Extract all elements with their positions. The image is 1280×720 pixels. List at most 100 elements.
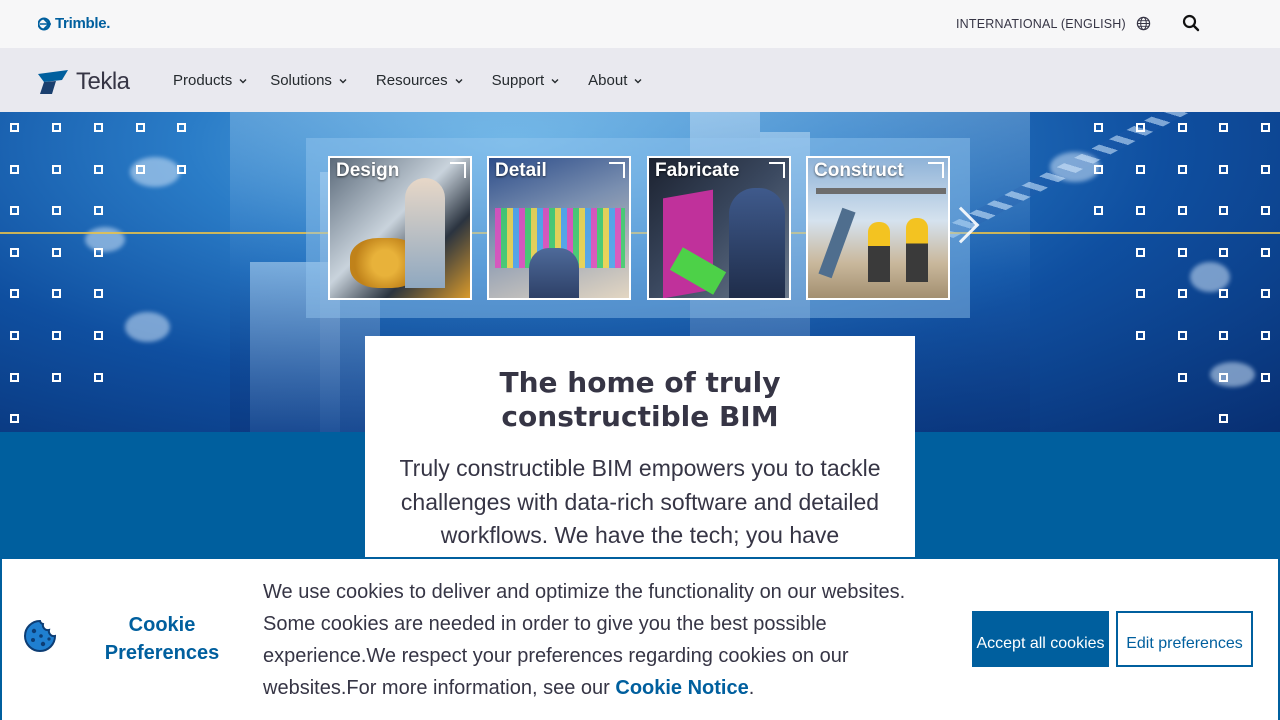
decorative-square bbox=[1178, 123, 1187, 132]
decorative-square bbox=[1136, 331, 1145, 340]
decorative-square bbox=[10, 331, 19, 340]
workflow-carousel: Design Detail Fabricate Construct bbox=[306, 138, 970, 318]
decorative-square bbox=[1261, 289, 1270, 299]
utility-bar: Trimble. INTERNATIONAL (ENGLISH) bbox=[0, 0, 1280, 48]
decorative-square bbox=[1178, 331, 1187, 340]
decorative-square bbox=[1094, 123, 1103, 132]
decorative-square bbox=[94, 372, 103, 382]
tile-corner bbox=[928, 162, 944, 178]
intro-card: The home of truly constructible BIM Trul… bbox=[365, 336, 915, 576]
fabricate-welder bbox=[729, 188, 785, 298]
search-icon bbox=[1182, 14, 1200, 32]
tile-construct[interactable]: Construct bbox=[806, 156, 950, 300]
cloud bbox=[125, 312, 170, 342]
nav-item-resources[interactable]: Resources bbox=[376, 72, 464, 89]
decorative-square bbox=[52, 123, 61, 132]
decorative-square bbox=[1178, 206, 1187, 216]
cloud bbox=[85, 227, 125, 252]
tile-label: Detail bbox=[495, 160, 547, 181]
decorative-square bbox=[10, 247, 19, 257]
tile-detail[interactable]: Detail bbox=[487, 156, 631, 300]
cookie-notice-link[interactable]: Cookie Notice bbox=[615, 677, 748, 699]
tile-fabricate[interactable]: Fabricate bbox=[647, 156, 791, 300]
cookie-message-text: We use cookies to deliver and optimize t… bbox=[263, 581, 906, 699]
decorative-square bbox=[52, 206, 61, 216]
cloud bbox=[1190, 262, 1230, 292]
tile-label: Construct bbox=[814, 160, 904, 181]
globe-icon bbox=[1136, 16, 1151, 31]
nav-item-solutions[interactable]: Solutions bbox=[270, 72, 348, 89]
decorative-square bbox=[1219, 247, 1228, 257]
decorative-square bbox=[94, 331, 103, 340]
trimble-logo[interactable]: Trimble. bbox=[38, 15, 110, 32]
decorative-square bbox=[10, 206, 19, 216]
decorative-square bbox=[1261, 372, 1270, 382]
construct-beam bbox=[816, 188, 946, 194]
decorative-square bbox=[52, 289, 61, 299]
decorative-square bbox=[1136, 289, 1145, 299]
trimble-wordmark: Trimble. bbox=[55, 15, 111, 32]
nav-item-label: Products bbox=[173, 72, 233, 89]
chevron-down-icon bbox=[339, 78, 347, 83]
accept-all-cookies-button[interactable]: Accept all cookies bbox=[972, 611, 1109, 667]
construct-lift bbox=[818, 207, 856, 279]
decorative-square bbox=[94, 289, 103, 299]
decorative-square bbox=[1219, 414, 1228, 424]
decorative-square bbox=[52, 331, 61, 340]
decorative-square bbox=[10, 372, 19, 382]
decorative-square bbox=[1178, 164, 1187, 174]
decorative-square bbox=[1261, 247, 1270, 257]
decorative-square bbox=[1219, 372, 1228, 382]
chevron-down-icon bbox=[634, 78, 642, 83]
page-title: The home of truly constructible BIM bbox=[499, 366, 781, 433]
tile-label: Design bbox=[336, 160, 400, 181]
chevron-down-icon bbox=[239, 78, 247, 83]
decorative-square bbox=[94, 123, 103, 132]
chevron-down-icon bbox=[455, 78, 463, 83]
decorative-square bbox=[136, 164, 145, 174]
tile-label: Fabricate bbox=[655, 160, 740, 181]
edit-preferences-button[interactable]: Edit preferences bbox=[1116, 611, 1253, 667]
decorative-square bbox=[1178, 289, 1187, 299]
trimble-globe-icon bbox=[38, 17, 51, 30]
decorative-square bbox=[1261, 331, 1270, 340]
language-selector[interactable]: INTERNATIONAL (ENGLISH) bbox=[956, 16, 1151, 31]
decorative-square bbox=[1261, 206, 1270, 216]
cookie-message-end: . bbox=[748, 677, 755, 699]
decorative-square bbox=[10, 164, 19, 174]
cloud bbox=[1210, 362, 1255, 387]
nav-item-about[interactable]: About bbox=[588, 72, 643, 89]
cookie-message: We use cookies to deliver and optimize t… bbox=[263, 576, 943, 704]
detail-person bbox=[529, 248, 579, 298]
decorative-square bbox=[1219, 289, 1228, 299]
decorative-square bbox=[10, 289, 19, 299]
nav-item-label: Support bbox=[491, 72, 545, 89]
decorative-square bbox=[1136, 247, 1145, 257]
nav-item-label: About bbox=[588, 72, 628, 89]
tile-corner bbox=[609, 162, 625, 178]
decorative-square bbox=[1094, 206, 1103, 216]
decorative-square bbox=[1136, 123, 1145, 132]
tekla-wordmark: Tekla bbox=[76, 68, 130, 95]
search-button[interactable] bbox=[1182, 14, 1202, 34]
tile-design[interactable]: Design bbox=[328, 156, 472, 300]
cookie-banner: Cookie Preferences We use cookies to del… bbox=[0, 557, 1280, 720]
nav-item-support[interactable]: Support bbox=[492, 72, 561, 89]
nav-item-label: Solutions bbox=[270, 72, 332, 89]
decorative-square bbox=[52, 164, 61, 174]
design-person bbox=[405, 178, 445, 288]
cloud bbox=[1050, 152, 1100, 182]
decorative-square bbox=[1178, 247, 1187, 257]
decorative-square bbox=[1094, 164, 1103, 174]
construct-worker bbox=[868, 222, 890, 282]
nav-item-label: Resources bbox=[375, 72, 448, 89]
decorative-square bbox=[136, 123, 145, 132]
decorative-square bbox=[94, 164, 103, 174]
nav-item-products[interactable]: Products bbox=[173, 72, 248, 89]
nav-menu: Products Solutions Resources Support Abo… bbox=[173, 72, 643, 89]
tekla-logo-mark-icon bbox=[38, 70, 68, 94]
cookie-title: Cookie Preferences bbox=[104, 614, 220, 664]
tekla-logo[interactable]: Tekla bbox=[38, 68, 130, 96]
decorative-square bbox=[10, 414, 19, 424]
decorative-square bbox=[1261, 164, 1270, 174]
